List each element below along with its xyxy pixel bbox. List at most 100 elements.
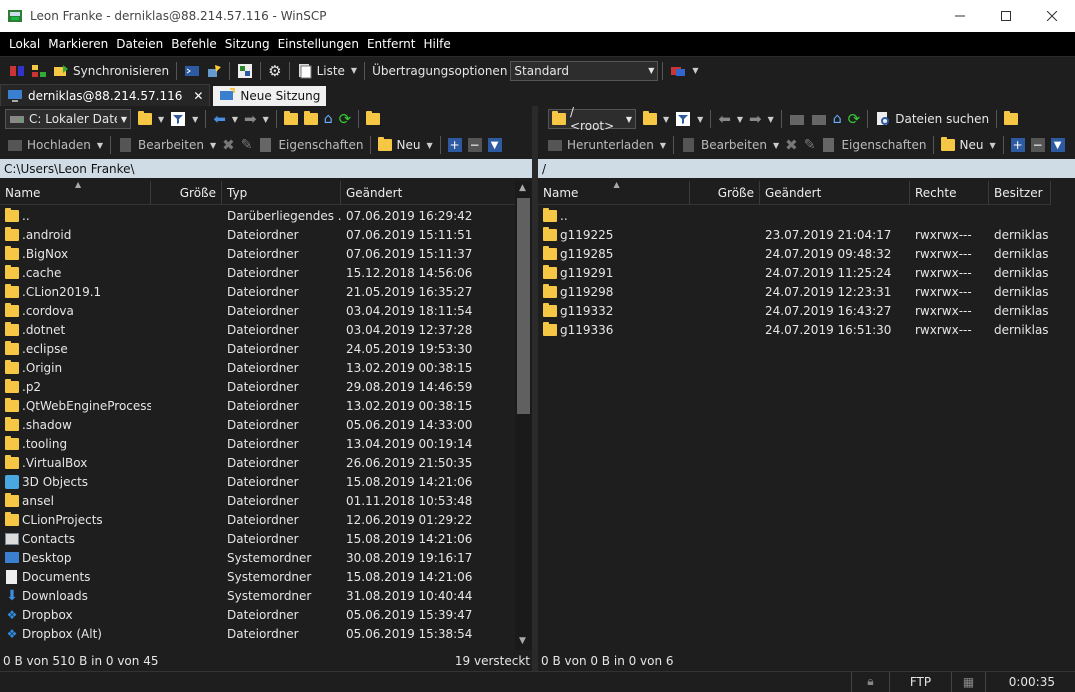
table-row[interactable]: 3D Objects Dateiordner 15.08.2019 14:21:06: [0, 472, 515, 491]
sync-browse-button[interactable]: [28, 60, 50, 82]
close-icon[interactable]: ✕: [193, 89, 203, 103]
table-row[interactable]: ⬇ Downloads Systemordner 31.08.2019 10:40:4…: [0, 586, 515, 605]
table-row[interactable]: g119225 23.07.2019 21:04:17 rwxrwx--- derni…: [538, 225, 1051, 244]
remote-home-button[interactable]: ⌂: [830, 108, 845, 130]
table-row[interactable]: CLionProjects Dateiordner 12.06.2019 01:29…: [0, 510, 515, 529]
find-files-button[interactable]: Dateien suchen: [872, 108, 992, 130]
transfer-settings-button[interactable]: ▼: [667, 60, 701, 82]
remote-back-button[interactable]: ⬅ ▼: [715, 108, 746, 130]
local-back-button[interactable]: ⬅ ▼: [210, 108, 241, 130]
local-filter-select-button[interactable]: ▼: [485, 134, 505, 156]
table-row[interactable]: ..: [538, 206, 1051, 225]
table-row[interactable]: .android Dateiordner 07.06.2019 15:11:51: [0, 225, 515, 244]
local-col-type[interactable]: Typ: [222, 181, 341, 205]
table-row[interactable]: .VirtualBox Dateiordner 26.06.2019 21:50:3…: [0, 453, 515, 472]
local-scrollbar[interactable]: ▲ ▼: [515, 181, 532, 650]
local-open-dir-button[interactable]: ▼: [135, 108, 167, 130]
local-forward-button[interactable]: ➡ ▼: [241, 108, 272, 130]
local-col-date[interactable]: Geändert: [341, 181, 515, 205]
remote-tree-button[interactable]: [1001, 108, 1021, 130]
transfer-settings-select[interactable]: Standard ▼: [510, 60, 659, 81]
table-row[interactable]: g119291 24.07.2019 11:25:24 rwxrwx--- derni…: [538, 263, 1051, 282]
table-row[interactable]: .cordova Dateiordner 03.04.2019 18:11:54: [0, 301, 515, 320]
table-row[interactable]: .BigNox Dateiordner 07.06.2019 15:11:37: [0, 244, 515, 263]
scroll-up-icon[interactable]: ▲: [519, 183, 526, 193]
table-row[interactable]: .CLion2019.1 Dateiordner 21.05.2019 16:35:…: [0, 282, 515, 301]
table-row[interactable]: .shadow Dateiordner 05.06.2019 14:33:00: [0, 415, 515, 434]
table-row[interactable]: .QtWebEngineProcess Dateiordner 13.02.2019…: [0, 396, 515, 415]
local-home-button[interactable]: ⌂: [321, 108, 336, 130]
local-unselect-button[interactable]: −: [465, 134, 485, 156]
local-col-size[interactable]: Größe: [151, 181, 222, 205]
remote-select-all-button[interactable]: +: [1008, 134, 1028, 156]
table-row[interactable]: Contacts Dateiordner 15.08.2019 14:21:06: [0, 529, 515, 548]
local-rename-button[interactable]: ✎: [238, 134, 256, 156]
table-row[interactable]: .p2 Dateiordner 29.08.2019 14:46:59: [0, 377, 515, 396]
upload-button[interactable]: Hochladen ▼: [4, 134, 106, 156]
remote-col-rights[interactable]: Rechte: [910, 181, 989, 205]
table-row[interactable]: ansel Dateiordner 01.11.2018 10:53:48: [0, 491, 515, 510]
table-row[interactable]: g119285 24.07.2019 09:48:32 rwxrwx--- derni…: [538, 244, 1051, 263]
queue-button[interactable]: [234, 60, 256, 82]
local-parent-dir-button[interactable]: [281, 108, 301, 130]
preferences-button[interactable]: ⚙: [265, 60, 284, 82]
local-filter-button[interactable]: ▼: [167, 108, 201, 130]
remote-delete-button[interactable]: ✖: [782, 134, 801, 156]
console-button[interactable]: [181, 60, 203, 82]
compare-dirs-button[interactable]: [6, 60, 28, 82]
table-row[interactable]: Documents Systemordner 15.08.2019 14:21:06: [0, 567, 515, 586]
putty-button[interactable]: [203, 60, 225, 82]
remote-refresh-button[interactable]: ⟳: [845, 108, 864, 130]
table-row[interactable]: .eclipse Dateiordner 24.05.2019 19:53:30: [0, 339, 515, 358]
menu-markieren[interactable]: Markieren: [44, 37, 112, 51]
remote-col-name[interactable]: ▲ Name: [538, 181, 690, 205]
maximize-button[interactable]: [983, 0, 1029, 32]
remote-filter-select-button[interactable]: ▼: [1048, 134, 1068, 156]
local-edit-button[interactable]: Bearbeiten ▼: [115, 134, 219, 156]
remote-dir-select[interactable]: / <root> ▼: [548, 105, 636, 133]
table-row[interactable]: .. Darüberliegendes ... 07.06.2019 16:29:4…: [0, 206, 515, 225]
remote-edit-button[interactable]: Bearbeiten ▼: [678, 134, 782, 156]
remote-col-size[interactable]: Größe: [690, 181, 760, 205]
local-new-button[interactable]: Neu ▼: [375, 134, 435, 156]
table-row[interactable]: .cache Dateiordner 15.12.2018 14:56:06: [0, 263, 515, 282]
local-tree-button[interactable]: [363, 108, 383, 130]
local-scroll-thumb[interactable]: [517, 198, 530, 414]
local-hidden-count[interactable]: 19 versteckt: [455, 654, 532, 668]
tab-session[interactable]: derniklas@88.214.57.116 ✕: [0, 84, 211, 106]
local-drive-select[interactable]: C: Lokaler Datent▼: [5, 109, 131, 129]
local-refresh-button[interactable]: ⟳: [336, 108, 355, 130]
download-button[interactable]: Herunterladen ▼: [544, 134, 669, 156]
view-list-button[interactable]: Liste ▼: [294, 60, 361, 82]
local-properties-button[interactable]: Eigenschaften: [255, 134, 366, 156]
menu-befehle[interactable]: Befehle: [167, 37, 221, 51]
menu-entfernt[interactable]: Entfernt: [363, 37, 420, 51]
remote-root-dir-button[interactable]: [808, 108, 830, 130]
table-row[interactable]: Desktop Systemordner 30.08.2019 19:16:17: [0, 548, 515, 567]
table-row[interactable]: .dotnet Dateiordner 03.04.2019 12:37:28: [0, 320, 515, 339]
remote-open-dir-button[interactable]: ▼: [640, 108, 672, 130]
remote-col-owner[interactable]: Besitzer: [989, 181, 1051, 205]
local-col-name[interactable]: ▲ Name: [0, 181, 151, 205]
table-row[interactable]: g119332 24.07.2019 16:43:27 rwxrwx--- derni…: [538, 301, 1051, 320]
local-delete-button[interactable]: ✖: [219, 134, 238, 156]
table-row[interactable]: .Origin Dateiordner 13.02.2019 00:38:15: [0, 358, 515, 377]
remote-forward-button[interactable]: ➡ ▼: [746, 108, 777, 130]
synchronize-button[interactable]: Synchronisieren: [50, 60, 172, 82]
menu-dateien[interactable]: Dateien: [112, 37, 167, 51]
remote-parent-dir-button[interactable]: [786, 108, 808, 130]
remote-unselect-button[interactable]: −: [1028, 134, 1048, 156]
local-root-dir-button[interactable]: [301, 108, 321, 130]
menu-hilfe[interactable]: Hilfe: [419, 37, 454, 51]
menu-sitzung[interactable]: Sitzung: [221, 37, 274, 51]
table-row[interactable]: g119336 24.07.2019 16:51:30 rwxrwx--- derni…: [538, 320, 1051, 339]
table-row[interactable]: ❖ Dropbox (Alt) Dateiordner 05.06.2019 15:3…: [0, 624, 515, 643]
menu-einstellungen[interactable]: Einstellungen: [274, 37, 363, 51]
table-row[interactable]: ❖ Dropbox Dateiordner 05.06.2019 15:39:47: [0, 605, 515, 624]
table-row[interactable]: g119298 24.07.2019 12:23:31 rwxrwx--- derni…: [538, 282, 1051, 301]
menu-lokal[interactable]: Lokal: [5, 37, 44, 51]
table-row[interactable]: .tooling Dateiordner 13.04.2019 00:19:14: [0, 434, 515, 453]
minimize-button[interactable]: [937, 0, 983, 32]
close-button[interactable]: [1029, 0, 1075, 32]
remote-filter-button[interactable]: ▼: [672, 108, 706, 130]
